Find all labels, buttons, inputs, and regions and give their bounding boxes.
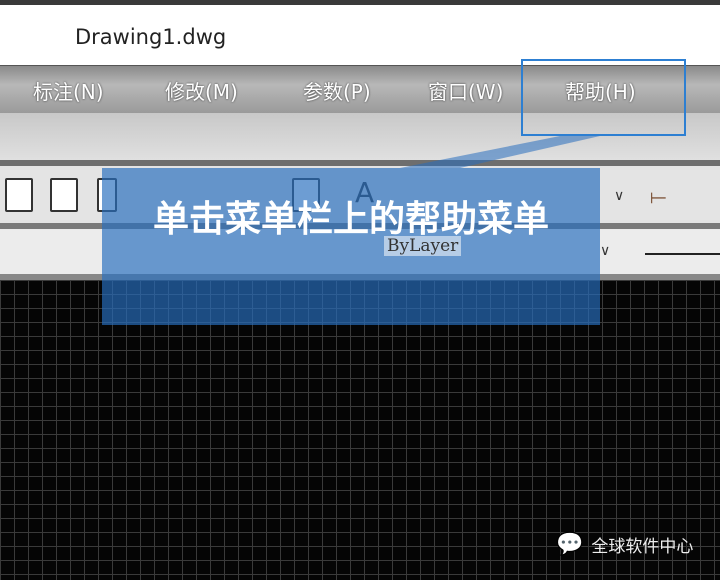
help-menu-highlight <box>521 59 686 136</box>
layer-color-select[interactable]: ByLayer <box>384 236 462 256</box>
wechat-icon: 💬 <box>556 532 584 557</box>
chevron-down-icon[interactable]: ∨ <box>614 188 624 204</box>
tutorial-overlay: 单击菜单栏上的帮助菜单 <box>102 168 600 325</box>
tutorial-caption: 单击菜单栏上的帮助菜单 <box>152 199 549 240</box>
menu-modify[interactable]: 修改(M) <box>165 76 238 105</box>
design-center-icon[interactable] <box>50 178 78 212</box>
window-title: Drawing1.dwg <box>75 25 227 49</box>
menu-window[interactable]: 窗口(W) <box>428 76 503 105</box>
properties-icon[interactable] <box>5 178 33 212</box>
menu-dimension[interactable]: 标注(N) <box>33 76 104 105</box>
menu-parametric[interactable]: 参数(P) <box>303 76 371 105</box>
chevron-down-icon[interactable]: ∨ <box>600 243 610 259</box>
dimension-style-icon[interactable]: ⟝ <box>650 184 667 208</box>
watermark: 💬 全球软件中心 <box>556 532 693 557</box>
title-bar: Drawing1.dwg <box>0 5 720 65</box>
linetype-select[interactable] <box>645 253 720 255</box>
watermark-text: 全球软件中心 <box>591 537 694 557</box>
